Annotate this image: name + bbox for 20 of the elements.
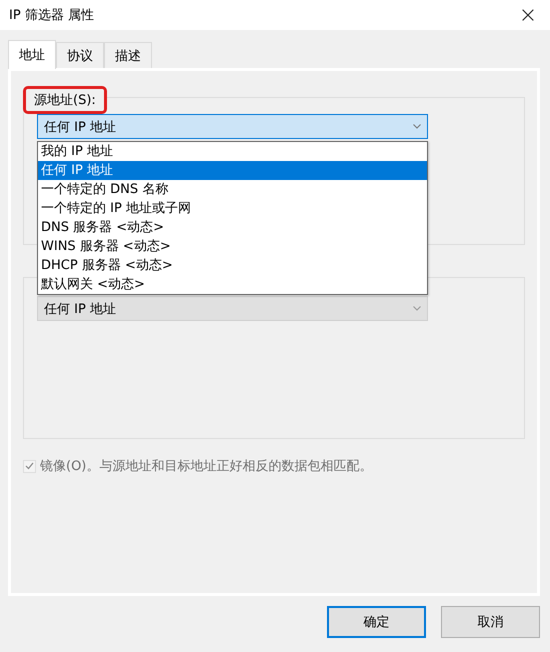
dropdown-option[interactable]: 一个特定的 IP 地址或子网 — [38, 199, 427, 218]
dropdown-option[interactable]: DHCP 服务器 <动态> — [38, 256, 427, 275]
dropdown-option[interactable]: 我的 IP 地址 — [38, 142, 427, 161]
highlighted-label: 源地址(S): — [23, 86, 107, 114]
dropdown[interactable]: 任何 IP 地址 — [37, 114, 428, 139]
dropdown-option[interactable]: 默认网关 <动态> — [38, 275, 427, 294]
dialog-button[interactable]: 确定 — [327, 606, 426, 638]
dropdown-option[interactable]: 一个特定的 DNS 名称 — [38, 180, 427, 199]
chevron-icon — [413, 124, 421, 129]
dropdown-option[interactable]: DNS 服务器 <动态> — [38, 218, 427, 237]
dropdown-option[interactable]: 任何 IP 地址 — [38, 161, 427, 180]
dialog-button[interactable]: 取消 — [441, 606, 540, 638]
tab[interactable]: 描述 — [104, 42, 152, 68]
chevron-icon — [413, 306, 421, 311]
close-button[interactable]: × — [506, 0, 550, 30]
dropdown-option[interactable]: WINS 服务器 <动态> — [38, 237, 427, 256]
checkbox-label: 镜像(O)。与源地址和目标地址正好相反的数据包相匹配。 — [40, 458, 372, 475]
tab[interactable]: 协议 — [56, 42, 104, 68]
tab[interactable]: 地址 — [8, 40, 56, 69]
window-title: IP 筛选器 属性 — [9, 7, 94, 24]
